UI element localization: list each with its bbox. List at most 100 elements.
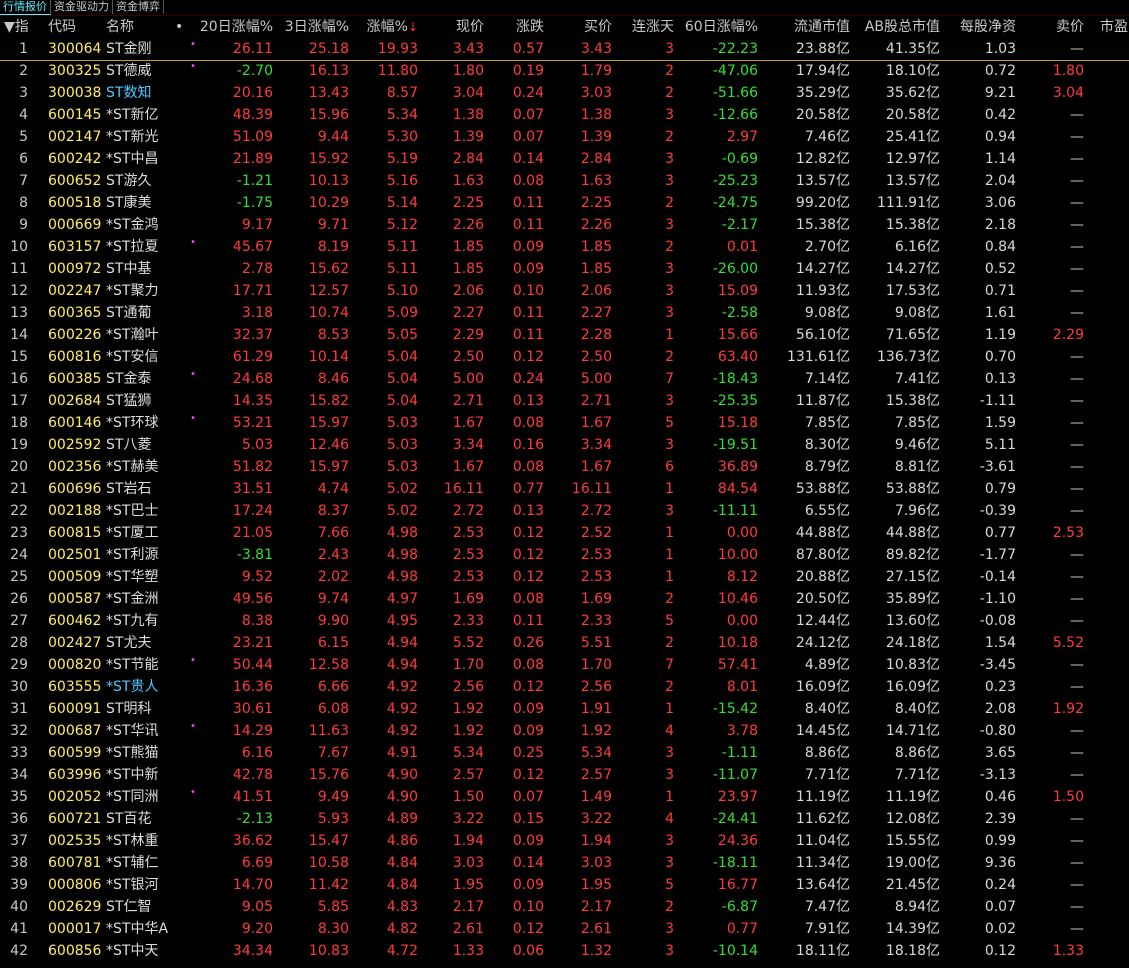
table-row[interactable]: 9 000669 *ST金鸿 9.17 9.71 5.12 2.26 0.11 2.26 3 -2.…	[0, 214, 1129, 236]
row-index: 33	[10, 745, 28, 761]
row-diff: 0.08	[512, 173, 544, 189]
row-float-cap: 13.57亿	[795, 173, 850, 189]
table-row[interactable]: 39 000806 *ST银河 14.70 11.42 4.84 1.95 0.09 1.95 5…	[0, 874, 1129, 896]
header-code[interactable]: 代码	[48, 16, 76, 38]
table-row[interactable]: 12 002247 *ST聚力 17.71 12.57 5.10 2.06 0.10 2.06 3…	[0, 280, 1129, 302]
table-row[interactable]: 23 600815 *ST厦工 21.05 7.66 4.98 2.53 0.12 2.52 1 0…	[0, 522, 1129, 544]
row-ask: —	[1070, 811, 1084, 827]
row-float-cap: 11.34亿	[795, 855, 850, 871]
header-chg60[interactable]: 60日涨幅%	[676, 16, 758, 38]
tab-fund-game[interactable]: 资金博弈	[113, 0, 164, 14]
row-code: 600226	[48, 327, 102, 343]
row-price: 1.92	[452, 701, 484, 717]
row-ask: —	[1070, 877, 1084, 893]
table-row[interactable]: 42 600856 *ST中天 34.34 10.83 4.72 1.33 0.06 1.32 3…	[0, 940, 1129, 962]
row-code: 600242	[48, 151, 102, 167]
row-price: 2.53	[452, 569, 484, 585]
header-name[interactable]: 名称	[106, 16, 134, 38]
header-streak[interactable]: 连涨天	[614, 16, 674, 38]
table-row[interactable]: 26 000587 *ST金洲 49.56 9.74 4.97 1.69 0.08 1.69 2 1…	[0, 588, 1129, 610]
table-row[interactable]: 30 603555 *ST贵人 16.36 6.66 4.92 2.56 0.12 2.56 2 8…	[0, 676, 1129, 698]
table-row[interactable]: 25 000509 *ST华塑 9.52 2.02 4.98 2.53 0.12 2.53 1 8.…	[0, 566, 1129, 588]
row-nav: 1.59	[984, 415, 1016, 431]
row-chg60: 15.66	[717, 327, 758, 343]
table-row[interactable]: 11 000972 ST中基 2.78 15.62 5.11 1.85 0.09 1.85 3 -2…	[0, 258, 1129, 280]
row-price: 1.94	[452, 833, 484, 849]
row-chg60: 16.77	[717, 877, 758, 893]
row-float-cap: 20.88亿	[795, 569, 850, 585]
table-row[interactable]: 15 600816 *ST安信 61.29 10.14 5.04 2.50 0.12 2.50 2…	[0, 346, 1129, 368]
table-row[interactable]: 41 000017 *ST中华A 9.20 8.30 4.82 2.61 0.12 2.61 3 0…	[0, 918, 1129, 940]
row-float-cap: 12.44亿	[795, 613, 850, 629]
header-float-cap[interactable]: 流通市值	[760, 16, 850, 38]
row-ab-cap: 71.65亿	[885, 327, 940, 343]
row-name: *ST同洲	[106, 789, 159, 805]
row-nav: -3.45	[979, 657, 1016, 673]
table-row[interactable]: 21 600696 ST岩石 31.51 4.74 5.02 16.11 0.77 16.11 1…	[0, 478, 1129, 500]
row-chg60: -15.42	[712, 701, 758, 717]
table-row[interactable]: 19 002592 ST八菱 5.03 12.46 5.03 3.34 0.16 3.34 3 -1…	[0, 434, 1129, 456]
table-row[interactable]: 8 600518 ST康美 -1.75 10.29 5.14 2.25 0.11 2.25 2 -2…	[0, 192, 1129, 214]
row-float-cap: 7.47亿	[804, 899, 850, 915]
row-streak: 2	[665, 349, 674, 365]
row-name: *ST贵人	[106, 679, 159, 695]
row-name: *ST银河	[106, 877, 159, 893]
table-row[interactable]: 40 002629 ST仁智 9.05 5.85 4.83 2.17 0.10 2.17 2 -6.…	[0, 896, 1129, 918]
table-row[interactable]: 16 600385 ST金泰 24.68 8.46 5.04 5.00 0.24 5.00 7 -1…	[0, 368, 1129, 390]
table-row[interactable]: 24 002501 *ST利源 -3.81 2.43 4.98 2.53 0.12 2.53 1 1…	[0, 544, 1129, 566]
header-chg[interactable]: 涨幅%↓	[350, 16, 418, 38]
table-row[interactable]: 35 002052 *ST同洲 41.51 9.49 4.90 1.50 0.07 1.49 1 2…	[0, 786, 1129, 808]
table-row[interactable]: 10 603157 *ST拉夏 45.67 8.19 5.11 1.85 0.09 1.85 2 0…	[0, 236, 1129, 258]
header-price[interactable]: 现价	[420, 16, 484, 38]
row-ask: —	[1070, 107, 1084, 123]
row-ab-cap: 13.57亿	[885, 173, 940, 189]
tab-quotes[interactable]: 行情报价	[0, 0, 51, 15]
header-ab-cap[interactable]: AB股总市值	[852, 16, 940, 38]
row-streak: 3	[665, 745, 674, 761]
table-row[interactable]: 18 600146 *ST环球 53.21 15.97 5.03 1.67 0.08 1.67 5…	[0, 412, 1129, 434]
row-name: ST百花	[106, 811, 152, 827]
table-row[interactable]: 34 603996 *ST中新 42.78 15.76 4.90 2.57 0.12 2.57 3…	[0, 764, 1129, 786]
table-row[interactable]: 4 600145 *ST新亿 48.39 15.96 5.34 1.38 0.07 1.38 3 -…	[0, 104, 1129, 126]
table-row[interactable]: 37 002535 *ST林重 36.62 15.47 4.86 1.94 0.09 1.94 3…	[0, 830, 1129, 852]
table-row[interactable]: 1 300064 ST金刚 26.11 25.18 19.93 3.43 0.57 3.43 3-…	[0, 38, 1129, 61]
table-row[interactable]: 5 002147 *ST新光 51.09 9.44 5.30 1.39 0.07 1.39 2 2.…	[0, 126, 1129, 148]
row-streak: 2	[665, 899, 674, 915]
table-row[interactable]: 31 600091 ST明科 30.61 6.08 4.92 1.92 0.09 1.91 1 -1…	[0, 698, 1129, 720]
tab-bar: 行情报价 资金驱动力 资金博弈	[0, 0, 1129, 16]
table-row[interactable]: 7 600652 ST游久 -1.21 10.13 5.16 1.63 0.08 1.63 3 -2…	[0, 170, 1129, 192]
table-row[interactable]: 38 600781 *ST辅仁 6.69 10.58 4.84 3.03 0.14 3.03 3 -…	[0, 852, 1129, 874]
row-streak: 2	[665, 195, 674, 211]
table-row[interactable]: 3 300038 ST数知 20.16 13.43 8.57 3.04 0.24 3.03 2 -5…	[0, 82, 1129, 104]
header-nav[interactable]: 每股净资	[942, 16, 1016, 38]
table-row[interactable]: 28 002427 ST尤夫 23.21 6.15 4.94 5.52 0.26 5.51 2 10…	[0, 632, 1129, 654]
row-streak: 3	[665, 503, 674, 519]
table-row[interactable]: 27 600462 *ST九有 8.38 9.90 4.95 2.33 0.11 2.33 5 0.…	[0, 610, 1129, 632]
row-price: 16.11	[443, 481, 484, 497]
table-row[interactable]: 13 600365 ST通葡 3.18 10.74 5.09 2.27 0.11 2.27 3 -2…	[0, 302, 1129, 324]
header-bid[interactable]: 买价	[546, 16, 612, 38]
row-chg60: -25.35	[712, 393, 758, 409]
row-float-cap: 53.88亿	[795, 481, 850, 497]
header-chg3[interactable]: 3日涨幅%	[275, 16, 349, 38]
table-row[interactable]: 33 600599 *ST熊猫 6.16 7.67 4.91 5.34 0.25 5.34 3 -1…	[0, 742, 1129, 764]
tab-fund-drive[interactable]: 资金驱动力	[51, 0, 113, 14]
row-chg20: 31.51	[232, 481, 273, 497]
header-pe[interactable]: 市盈	[1100, 16, 1128, 38]
table-row[interactable]: 20 002356 *ST赫美 51.82 15.97 5.03 1.67 0.08 1.67 6…	[0, 456, 1129, 478]
table-row[interactable]: 36 600721 ST百花 -2.13 5.93 4.89 3.22 0.15 3.22 4 -2…	[0, 808, 1129, 830]
header-index[interactable]: ▼指	[4, 16, 29, 38]
table-row[interactable]: 2 300325 ST德威 -2.70 16.13 11.80 1.80 0.19 1.79 2-…	[0, 60, 1129, 82]
row-chg3: 15.76	[308, 767, 349, 783]
table-row[interactable]: 32 000687 *ST华讯 14.29 11.63 4.92 1.92 0.09 1.92 4…	[0, 720, 1129, 742]
table-row[interactable]: 22 002188 *ST巴士 17.24 8.37 5.02 2.72 0.13 2.72 3 -…	[0, 500, 1129, 522]
row-name: *ST安信	[106, 349, 159, 365]
table-row[interactable]: 14 600226 *ST瀚叶 32.37 8.53 5.05 2.29 0.11 2.28 1 1…	[0, 324, 1129, 346]
row-nav: -0.80	[979, 723, 1016, 739]
header-ask[interactable]: 卖价	[1018, 16, 1084, 38]
table-row[interactable]: 17 002684 ST猛狮 14.35 15.82 5.04 2.71 0.13 2.71 3-…	[0, 390, 1129, 412]
table-row[interactable]: 29 000820 *ST节能 50.44 12.58 4.94 1.70 0.08 1.70 7…	[0, 654, 1129, 676]
header-diff[interactable]: 涨跌	[486, 16, 544, 38]
row-code: 600091	[48, 701, 102, 717]
table-row[interactable]: 6 600242 *ST中昌 21.89 15.92 5.19 2.84 0.14 2.84 3 -…	[0, 148, 1129, 170]
